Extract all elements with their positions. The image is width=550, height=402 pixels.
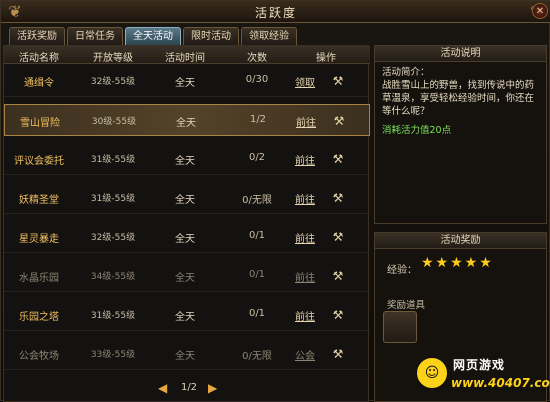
- wrench-icon[interactable]: ⚒: [330, 152, 346, 166]
- activity-time: 全天: [175, 78, 195, 89]
- pagination: ◀ 1/2 ▶: [154, 381, 224, 397]
- activity-level: 30级-55级: [91, 117, 137, 127]
- table-row[interactable]: 雪山冒险 30级-55级 全天 1/2 前往 ⚒: [4, 104, 370, 136]
- activity-count: 0/1: [248, 230, 266, 241]
- activity-level: 32级-55级: [90, 233, 136, 243]
- watermark-url: www.40407.com: [451, 376, 550, 390]
- description-text: 活动简介： 战胜雪山上的野兽，找到传说中的药草温泉，享受轻松经验时间，你还在等什…: [375, 62, 546, 122]
- stamina-cost: 消耗活力值20点: [382, 125, 452, 136]
- activity-count: 0/无限: [242, 351, 272, 362]
- activity-action-link[interactable]: 前往: [290, 152, 320, 167]
- wrench-icon[interactable]: ⚒: [330, 191, 346, 205]
- activity-time: 全天: [175, 351, 195, 362]
- activity-name: 星灵暴走: [19, 234, 59, 245]
- activity-level: 33级-55级: [90, 350, 136, 360]
- window-title: 活跃度: [254, 6, 297, 20]
- activity-level: 34级-55级: [90, 272, 136, 282]
- table-row[interactable]: 水晶乐园 34级-55级 全天 0/1 前往 ⚒: [4, 260, 370, 292]
- wrench-icon[interactable]: ⚒: [330, 74, 346, 88]
- page-indicator: 1/2: [180, 382, 198, 393]
- table-row[interactable]: 公会牧场 33级-55级 全天 0/无限 公会 ⚒: [4, 338, 370, 370]
- activity-action-link[interactable]: 前往: [290, 308, 320, 323]
- activity-name: 乐园之塔: [19, 312, 59, 323]
- table-header: 活动名称 开放等级 活动时间 次数 操作: [4, 46, 370, 64]
- activity-window: ❦ 活跃度 ❦ ✕ 活跃奖励 日常任务 全天活动 限时活动 领取经验 活动名称 …: [0, 0, 550, 402]
- activity-name: 雪山冒险: [20, 118, 60, 129]
- header-level: 开放等级: [93, 53, 133, 64]
- next-page-icon[interactable]: ▶: [208, 381, 217, 395]
- activity-time: 全天: [175, 273, 195, 284]
- tab-limited-events[interactable]: 限时活动: [183, 27, 239, 45]
- smiley-face-icon: ☺: [415, 356, 449, 390]
- activity-action-link[interactable]: 领取: [290, 74, 320, 89]
- activity-time: 全天: [175, 312, 195, 323]
- table-row[interactable]: 通缉令 32级-55级 全天 0/30 领取 ⚒: [4, 65, 370, 97]
- description-panel: 活动说明 活动简介： 战胜雪山上的野兽，找到传说中的药草温泉，享受轻松经验时间，…: [374, 45, 547, 224]
- activity-name: 妖精圣堂: [19, 195, 59, 206]
- activity-count: 0/1: [248, 308, 266, 319]
- activity-level: 31级-55级: [90, 311, 136, 321]
- activity-count: 0/无限: [242, 195, 272, 206]
- tab-active-reward[interactable]: 活跃奖励: [9, 27, 65, 45]
- wrench-icon[interactable]: ⚒: [331, 114, 347, 128]
- header-time: 活动时间: [165, 53, 205, 64]
- table-row[interactable]: 星灵暴走 32级-55级 全天 0/1 前往 ⚒: [4, 221, 370, 253]
- activity-action-link[interactable]: 公会: [290, 347, 320, 362]
- activity-count: 0/2: [248, 152, 266, 163]
- activity-time: 全天: [175, 156, 195, 167]
- activity-action-link[interactable]: 前往: [290, 269, 320, 284]
- activity-count: 0/30: [245, 74, 269, 85]
- tab-daily-quests[interactable]: 日常任务: [67, 27, 123, 45]
- prev-page-icon[interactable]: ◀: [158, 381, 167, 395]
- activity-level: 31级-55级: [90, 194, 136, 204]
- close-button[interactable]: ✕: [532, 3, 548, 19]
- reward-item-label: 奖励道具: [387, 300, 426, 311]
- activity-time: 全天: [175, 234, 195, 245]
- header-count: 次数: [247, 53, 267, 64]
- activity-time: 全天: [176, 118, 196, 129]
- exp-label: 经验：: [387, 265, 417, 276]
- table-row[interactable]: 评议会委托 31级-55级 全天 0/2 前往 ⚒: [4, 143, 370, 175]
- description-intro: 活动简介：: [382, 67, 430, 78]
- activity-list-panel: 活动名称 开放等级 活动时间 次数 操作 通缉令 32级-55级 全天 0/30 领取 ⚒…: [3, 45, 370, 402]
- wrench-icon[interactable]: ⚒: [330, 308, 346, 322]
- activity-name: 评议会委托: [14, 156, 64, 167]
- activity-level: 32级-55级: [90, 77, 136, 87]
- watermark-logo: ☺ 网页游戏 www.40407.com: [415, 354, 550, 400]
- tab-claim-exp[interactable]: 领取经验: [241, 27, 297, 45]
- activity-action-link[interactable]: 前往: [290, 191, 320, 206]
- tab-all-day-events[interactable]: 全天活动: [125, 27, 181, 45]
- reward-item-slot[interactable]: [383, 311, 417, 343]
- activity-action-link[interactable]: 前往: [291, 114, 321, 129]
- watermark-title: 网页游戏: [453, 358, 506, 372]
- activity-name: 公会牧场: [19, 351, 59, 362]
- table-row[interactable]: 妖精圣堂 31级-55级 全天 0/无限 前往 ⚒: [4, 182, 370, 214]
- wrench-icon[interactable]: ⚒: [330, 347, 346, 361]
- exp-star-rating: ★★★★★: [421, 255, 494, 271]
- activity-time: 全天: [175, 195, 195, 206]
- tab-bar: 活跃奖励 日常任务 全天活动 限时活动 领取经验: [9, 27, 297, 45]
- activity-count: 0/1: [248, 269, 266, 280]
- header-name: 活动名称: [19, 53, 59, 64]
- description-header: 活动说明: [375, 46, 546, 62]
- wrench-icon[interactable]: ⚒: [330, 230, 346, 244]
- wrench-icon[interactable]: ⚒: [330, 269, 346, 283]
- activity-action-link[interactable]: 前往: [290, 230, 320, 245]
- description-body: 战胜雪山上的野兽，找到传说中的药草温泉，享受轻松经验时间，你还在等什么呢？: [382, 80, 535, 117]
- table-row[interactable]: 乐园之塔 31级-55级 全天 0/1 前往 ⚒: [4, 299, 370, 331]
- activity-name: 水晶乐园: [19, 273, 59, 284]
- activity-count: 1/2: [249, 114, 267, 125]
- activity-level: 31级-55级: [90, 155, 136, 165]
- header-action: 操作: [316, 53, 336, 64]
- activity-name: 通缉令: [24, 78, 54, 89]
- reward-header: 活动奖励: [375, 233, 546, 249]
- title-bar: ❦ 活跃度 ❦ ✕: [1, 1, 550, 23]
